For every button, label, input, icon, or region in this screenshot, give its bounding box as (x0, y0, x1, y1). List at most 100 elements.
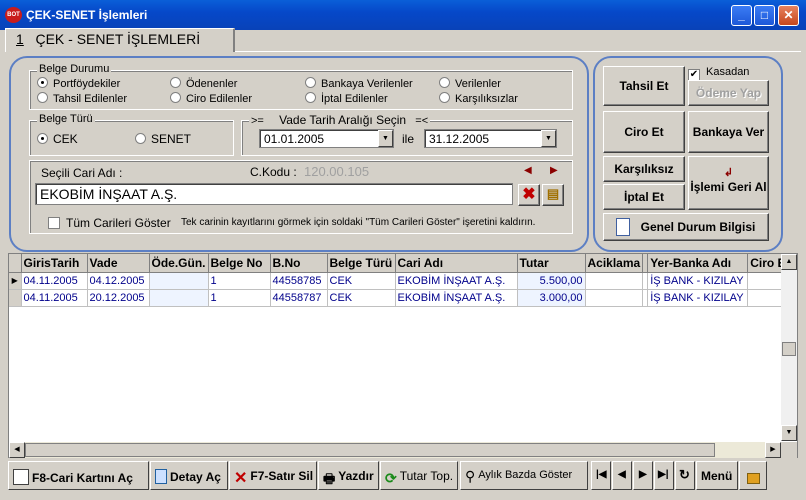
grid-header: GirisTarih Vade Öde.Gün. Belge No B.No B… (9, 254, 789, 273)
title-bar: BOT ÇEK-SENET İşlemleri _ □ ✕ (0, 0, 806, 30)
nav-first-icon[interactable]: |◀ (591, 461, 611, 490)
col-header[interactable]: Öde.Gün. (149, 254, 209, 273)
checkbox-box-icon (48, 217, 60, 229)
col-header[interactable]: B.No (270, 254, 328, 273)
scroll-corner (781, 442, 797, 458)
col-header[interactable]: GirisTarih (21, 254, 88, 273)
radio-senet[interactable]: SENET (135, 132, 191, 146)
radio-dot-icon (305, 92, 316, 103)
card-icon (13, 469, 29, 485)
cari-name-input[interactable]: EKOBİM İNŞAAT A.Ş. (35, 183, 513, 205)
radio-iptal-edilenler[interactable]: İptal Edilenler (305, 92, 388, 105)
tab-cek-senet[interactable]: 1 ÇEK - SENET İŞLEMLERİ (5, 28, 235, 52)
close-button[interactable]: ✕ (778, 5, 799, 26)
radio-karsiliksizlar[interactable]: Karşılıksızlar (439, 92, 518, 105)
radio-bankaya-verilenler[interactable]: Bankaya Verilenler (305, 77, 413, 90)
grid-horizontal-scrollbar[interactable]: ◀ ▶ (9, 442, 781, 458)
vade-legend: >= Vade Tarih Aralığı Seçin =< (249, 113, 431, 127)
radio-dot-icon (37, 92, 48, 103)
radio-dot-icon (305, 77, 316, 88)
radio-ciro-edilenler[interactable]: Ciro Edilenler (170, 92, 252, 105)
vade-end-input[interactable]: 31.12.2005 (424, 129, 557, 148)
refresh-icon: ⟳ (385, 470, 397, 486)
yazdir-button[interactable]: 🖶 Yazdır (318, 461, 379, 490)
vade-start-input[interactable]: 01.01.2005 (259, 129, 394, 148)
clear-cari-icon[interactable]: ✖ (518, 184, 540, 206)
col-header[interactable]: Belge No (208, 254, 271, 273)
radio-cek[interactable]: CEK (37, 132, 78, 146)
radio-odenenler[interactable]: Ödenenler (170, 77, 237, 90)
col-header[interactable]: Belge Türü (327, 254, 396, 273)
chevron-down-icon[interactable]: ▼ (541, 130, 556, 147)
scroll-left-icon[interactable]: ◀ (9, 442, 25, 458)
radio-dot-icon (37, 77, 48, 88)
ciro-et-button[interactable]: Ciro Et (603, 111, 685, 153)
menu-button[interactable]: Menü (696, 461, 738, 490)
col-header[interactable]: Aciklama (585, 254, 644, 273)
printer-icon: 🖶 (323, 471, 336, 486)
scroll-right-icon[interactable]: ▶ (765, 442, 781, 458)
chevron-down-icon[interactable]: ▼ (378, 130, 393, 147)
col-header[interactable]: Vade (87, 254, 150, 273)
aylik-bazda-button[interactable]: ⚲ Aylık Bazda Göster (460, 461, 588, 490)
col-header[interactable]: Yer-Banka Adı (647, 254, 749, 273)
bottom-toolbar: F8-Cari Kartını Aç Detay Aç ✕ F7-Satır Si… (4, 461, 802, 491)
nav-next-icon[interactable]: ▶ (633, 461, 653, 490)
detail-icon (155, 469, 167, 484)
prev-cari-icon[interactable]: ◀ (524, 165, 532, 176)
tab-number: 1 (16, 31, 24, 47)
satir-sil-button[interactable]: ✕ F7-Satır Sil (229, 461, 317, 490)
nav-prev-icon[interactable]: ◀ (612, 461, 632, 490)
lock-icon[interactable] (739, 461, 767, 490)
col-header[interactable]: Cari Adı (395, 254, 518, 273)
magnifier-icon: ⚲ (465, 468, 476, 484)
belge-turu-legend: Belge Türü (37, 113, 95, 125)
nav-last-icon[interactable]: ▶| (654, 461, 674, 490)
radio-portfoydekiler[interactable]: Portföydekiler (37, 77, 120, 90)
detay-button[interactable]: Detay Aç (150, 461, 228, 490)
nav-refresh-icon[interactable]: ↻ (675, 461, 695, 490)
table-row[interactable]: 04.11.2005 20.12.2005 1 44558787 CEK EKO… (9, 289, 789, 307)
iptal-et-button[interactable]: İptal Et (603, 184, 685, 210)
window-title: ÇEK-SENET İşlemleri (26, 8, 148, 22)
tahsil-et-button[interactable]: Tahsil Et (603, 66, 685, 106)
radio-verilenler[interactable]: Verilenler (439, 77, 501, 90)
minimize-button[interactable]: _ (731, 5, 752, 26)
grid-vertical-scrollbar[interactable]: ▲ ▼ (781, 254, 797, 441)
genel-durum-button[interactable]: Genel Durum Bilgisi (603, 213, 769, 241)
radio-dot-icon (135, 133, 146, 144)
report-icon (616, 218, 630, 236)
open-folder-icon[interactable]: ▤ (542, 184, 564, 206)
radio-tahsil-edilenler[interactable]: Tahsil Edilenler (37, 92, 127, 105)
cari-code-value: 120.00.105 (304, 164, 370, 179)
next-cari-icon[interactable]: ▶ (550, 165, 558, 176)
tum-carileri-checkbox[interactable]: Tüm Carileri Göster (48, 216, 171, 230)
scroll-down-icon[interactable]: ▼ (781, 425, 797, 441)
hscroll-thumb[interactable] (25, 443, 715, 457)
delete-icon: ✕ (234, 470, 248, 487)
cari-code-label: C.Kodu : (250, 165, 297, 179)
maximize-button[interactable]: □ (754, 5, 775, 26)
belge-durumu-legend: Belge Durumu (37, 63, 112, 75)
tab-divider (235, 51, 801, 52)
bankaya-ver-button[interactable]: Bankaya Ver (688, 111, 769, 153)
scroll-thumb[interactable] (782, 342, 796, 356)
tab-label: ÇEK - SENET İŞLEMLERİ (35, 31, 201, 47)
records-grid[interactable]: GirisTarih Vade Öde.Gün. Belge No B.No B… (8, 253, 798, 458)
karsiliksiz-button[interactable]: Karşılıksız (603, 156, 685, 182)
vade-separator: ile (402, 132, 415, 146)
table-row[interactable]: ▶ 04.11.2005 04.12.2005 1 44558785 CEK E… (9, 272, 789, 290)
cari-karti-button[interactable]: F8-Cari Kartını Aç (8, 461, 149, 490)
undo-icon: ↲ (723, 167, 734, 179)
scroll-up-icon[interactable]: ▲ (781, 254, 797, 270)
odeme-yap-button[interactable]: Ödeme Yap (688, 80, 769, 106)
radio-dot-icon (439, 92, 450, 103)
radio-dot-icon (170, 92, 181, 103)
tutar-top-button[interactable]: ⟳ Tutar Top. (380, 461, 458, 490)
cari-label: Seçili Cari Adı : (41, 166, 123, 180)
row-pointer-icon: ▶ (9, 272, 22, 290)
islemi-geri-al-button[interactable]: ↲ İşlemi Geri Al (688, 156, 769, 210)
kasadan-checkbox[interactable]: ✔ Kasadan (688, 66, 749, 81)
radio-dot-icon (170, 77, 181, 88)
col-header[interactable]: Tutar (517, 254, 586, 273)
